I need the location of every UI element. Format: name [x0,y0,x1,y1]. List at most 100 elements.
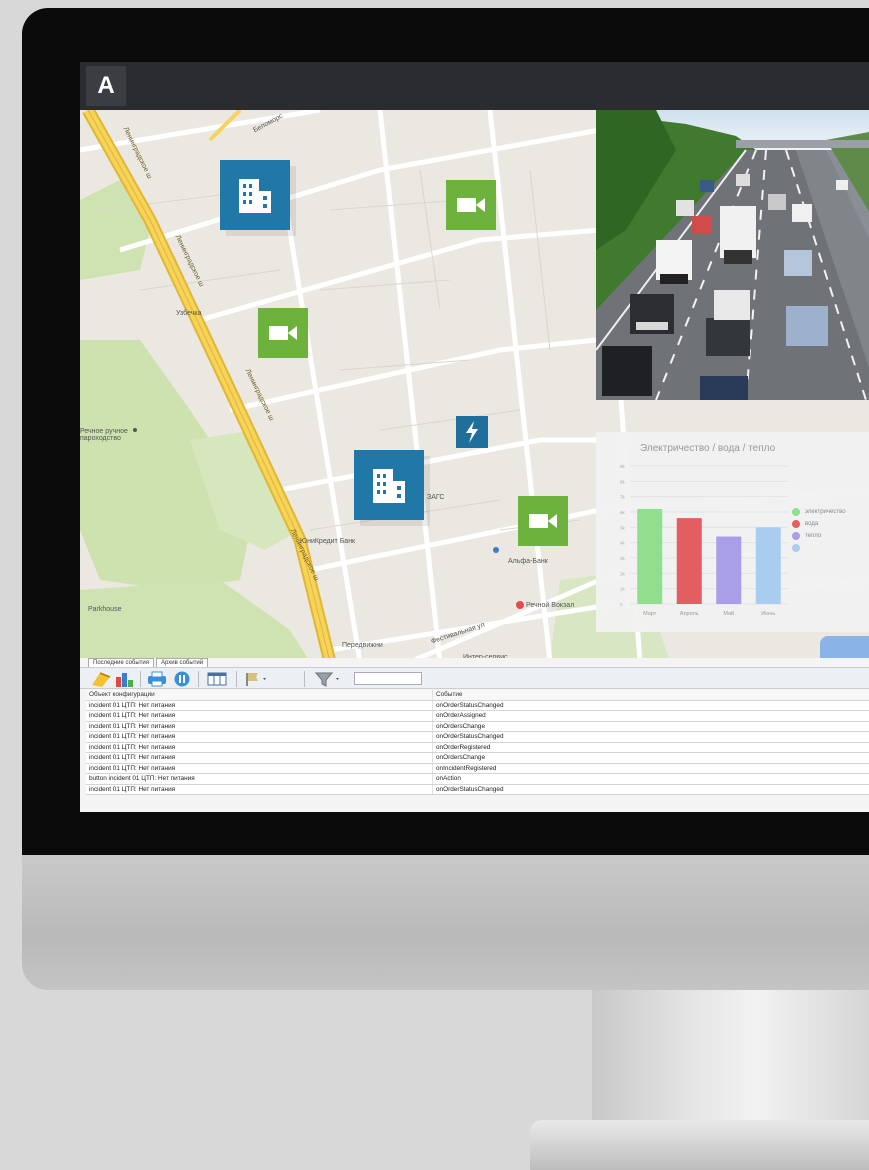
chart-bar[interactable] [716,536,742,604]
table-row[interactable]: incident 01 ЦТП: Нет питания onOrdersChan… [86,721,869,732]
legend-item[interactable]: тепло [792,530,846,541]
legend-label: тепло [805,532,822,539]
cell-config-object: button incident 01 ЦТП: Нет питания [89,775,195,782]
cell-config-object: incident 01 ЦТП: Нет питания [89,712,176,719]
broom-icon[interactable] [90,671,112,687]
chart-bar[interactable] [637,508,663,604]
map-label: ЮниКредит Банк [300,538,356,545]
pause-icon[interactable] [172,671,192,687]
cell-config-object: incident 01 ЦТП: Нет питания [89,701,176,709]
video-camera-icon [457,198,485,212]
cell-event-name: onOrderAssigned [432,711,869,721]
chart-bar[interactable] [755,527,781,604]
column-header-object[interactable]: Объект конфигурации [86,690,432,700]
column-header-event[interactable]: Событие [432,690,869,700]
map-label: Альфа-Банк [508,558,548,565]
toolbar-separator [198,671,199,687]
y-tick-label: 8k [620,479,626,484]
cell-event-name: onOrderStatusChanged [432,784,869,794]
monitor-scene: A Ленинградское ш Ленинградское ш Ленинг… [0,0,869,1170]
map-label: Parkhouse [88,606,122,613]
legend-item[interactable]: вода [792,518,846,529]
building-icon [239,179,271,213]
table-row[interactable]: button incident 01 ЦТП: Нет питания onAct… [86,774,869,785]
map-marker-camera[interactable] [518,496,568,546]
map-marker-building[interactable] [220,160,290,230]
chart-legend: электричество вода тепло [792,506,846,554]
cell-config-object: incident 01 ЦТП: Нет питания [89,722,176,730]
monitor-stand-neck [592,990,869,1140]
printer-icon[interactable] [146,671,168,687]
columns-icon[interactable] [206,671,228,687]
map-marker-building[interactable] [354,450,424,520]
legend-label: электричество [805,508,846,515]
camera-feed-image[interactable] [596,110,869,400]
y-tick-label: 6k [620,510,626,515]
y-tick-label: 4k [620,541,626,546]
table-row[interactable]: incident 01 ЦТП: Нет питания onIncidentRe… [86,763,869,774]
video-camera-icon [269,326,297,340]
map-label: Речной Вокзал [526,602,575,609]
filter-input[interactable] [354,672,422,685]
cell-config-object: incident 01 ЦТП: Нет питания [89,764,176,772]
y-tick-label: 1k [620,587,626,592]
toolbar-separator [236,671,237,687]
legend-dot-icon [792,543,800,552]
legend-dot-icon [792,519,800,528]
legend-item[interactable] [792,542,846,553]
events-panel: Последние события Архив событий Объект к… [80,658,869,812]
cell-event-name: onIncidentRegistered [432,763,869,773]
cell-config-object: incident 01 ЦТП: Нет питания [89,785,176,793]
table-row[interactable]: incident 01 ЦТП: Нет питания onOrderStatu… [86,732,869,743]
video-camera-icon [529,514,557,528]
flag-icon[interactable] [244,671,270,687]
chart-bar[interactable] [676,518,702,604]
tab-events-archive[interactable]: Архив событий [156,658,209,667]
y-tick-label: 2k [620,571,626,576]
x-tick-label: Март [643,611,657,617]
table-row[interactable]: incident 01 ЦТП: Нет питания onOrderStatu… [86,784,869,795]
map-label: Передвижни [342,642,383,649]
toolbar-separator [140,671,141,687]
lightning-icon [466,421,478,443]
map-marker-camera[interactable] [446,180,496,230]
table-row[interactable]: incident 01 ЦТП: Нет питания onOrderRegis… [86,742,869,753]
legend-label: вода [805,520,819,527]
cell-event-name: onOrderStatusChanged [432,732,869,742]
bar-chart-icon[interactable] [114,671,134,687]
cell-event-name: onOrdersChange [432,753,869,763]
legend-dot-icon [792,531,800,540]
x-tick-label: Июнь [761,611,775,617]
app-header: A [80,62,869,110]
cell-event-name: onOrderRegistered [432,742,869,752]
cell-config-object: incident 01 ЦТП: Нет питания [89,754,176,761]
cell-config-object: incident 01 ЦТП: Нет питания [89,733,176,740]
y-tick-label: 5k [620,525,626,530]
app-logo[interactable]: A [86,66,126,106]
utilities-bar-chart[interactable]: 0 1k 2k 3k 4k 5k 6k 7k 8k 9k Март Апрель Май Июнь [596,432,796,632]
y-tick-label: 7k [620,495,626,500]
cell-event-name: onAction [432,774,869,784]
table-row[interactable]: incident 01 ЦТП: Нет питания onOrdersChan… [86,753,869,764]
map-marker-power[interactable] [456,416,488,448]
building-icon [373,469,405,503]
utilities-chart-panel: Электричество / вода / тепло 0 1k 2k 3k 4k 5k… [596,432,869,632]
y-tick-label: 0 [620,602,623,607]
tab-recent-events[interactable]: Последние события [88,658,155,667]
toolbar-separator [304,671,305,687]
map-label: Узбечка [176,310,202,317]
legend-dot-icon [792,507,800,516]
y-tick-label: 3k [620,556,626,561]
legend-item[interactable]: электричество [792,506,846,517]
monitor-chin [22,855,869,990]
table-row[interactable]: incident 01 ЦТП: Нет питания onOrderAssig… [86,711,869,722]
cell-event-name: onOrdersChange [432,721,869,731]
cell-event-name: onOrderStatusChanged [432,700,869,710]
traffic-photo [596,110,869,400]
filter-icon[interactable] [314,671,342,687]
city-map[interactable]: Ленинградское ш Ленинградское ш Ленингра… [80,110,869,662]
map-marker-camera[interactable] [258,308,308,358]
table-row[interactable]: incident 01 ЦТП: Нет питания onOrderStatu… [86,700,869,711]
x-tick-label: Май [723,610,734,617]
map-label: Речное ручное пароходство [80,428,128,442]
